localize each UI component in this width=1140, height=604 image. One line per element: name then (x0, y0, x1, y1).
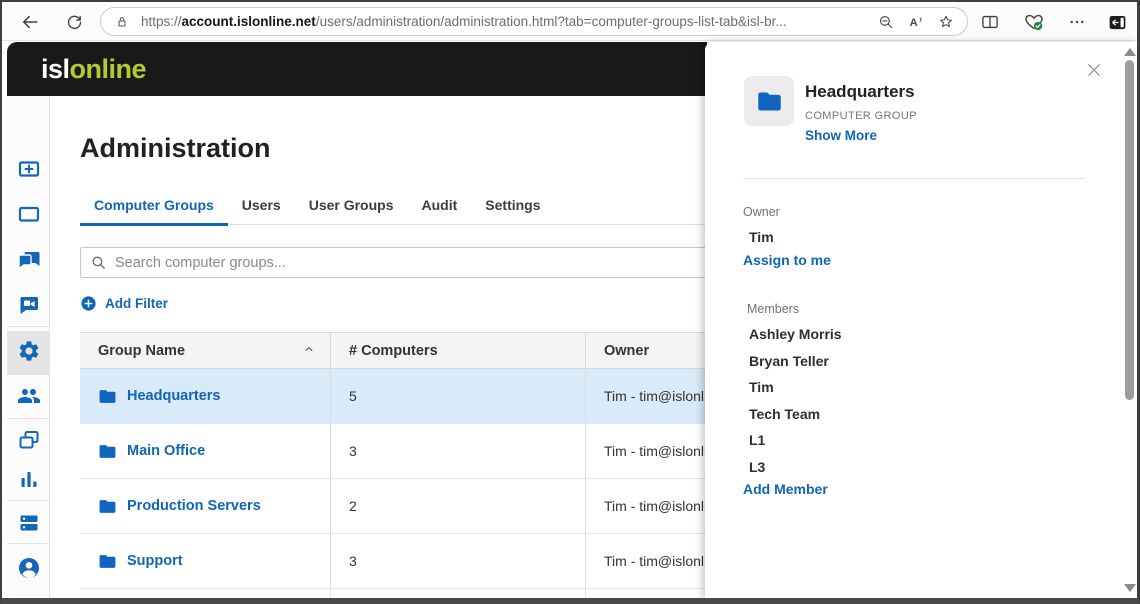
members-label: Members (747, 302, 799, 316)
computer-count-cell: 2 (330, 479, 585, 533)
computers-icon[interactable] (7, 203, 50, 227)
sessions-icon[interactable] (7, 428, 50, 452)
favorite-star-icon[interactable] (935, 11, 957, 33)
settings-icon[interactable] (7, 339, 50, 363)
member-item: Bryan Teller (749, 353, 829, 369)
panel-subtitle: COMPUTER GROUP (805, 110, 917, 122)
url-domain: account.islonline.net (182, 14, 316, 29)
sidebar-divider (7, 500, 50, 501)
group-name-link[interactable]: Headquarters (127, 388, 220, 404)
sidebar-divider (7, 418, 50, 419)
add-computer-icon[interactable] (7, 158, 50, 182)
group-name-cell[interactable]: Support (80, 534, 330, 588)
member-item: L1 (749, 432, 765, 448)
add-filter-label: Add Filter (105, 296, 168, 311)
plus-circle-icon (80, 295, 97, 312)
group-avatar-tile (744, 76, 794, 126)
web-page: islonline (2, 41, 1137, 598)
search-icon (90, 254, 107, 271)
chat-icon[interactable] (7, 248, 50, 272)
logo-online: online (70, 54, 147, 84)
url-path: /users/administration/administration.htm… (316, 14, 787, 29)
svg-text:A: A (910, 16, 918, 28)
member-item: Tech Team (749, 406, 820, 422)
panel-divider (743, 178, 1085, 179)
folder-icon (756, 88, 783, 115)
site-header: islonline (7, 42, 707, 96)
computer-count-cell: 3 (330, 534, 585, 588)
owner-label: Owner (743, 205, 780, 219)
islonline-logo[interactable]: islonline (41, 54, 146, 85)
details-panel: Headquarters COMPUTER GROUP Show More Ow… (705, 42, 1137, 598)
panel-title: Headquarters (805, 82, 915, 102)
tab-users[interactable]: Users (228, 191, 295, 224)
group-name-cell[interactable]: Headquarters (80, 369, 330, 423)
browser-window: https://account.islonline.net/users/admi… (0, 0, 1140, 604)
more-options-icon[interactable] (1066, 11, 1088, 33)
folder-icon (98, 497, 117, 516)
sidebar-divider (7, 543, 50, 544)
member-item: L3 (749, 459, 765, 475)
split-screen-icon[interactable] (979, 11, 1001, 33)
sidebar-divider (7, 326, 50, 327)
folder-icon (98, 552, 117, 571)
sidebar-toggle-icon[interactable] (1106, 11, 1128, 33)
group-name-cell[interactable]: Production Servers (80, 479, 330, 533)
zoom-out-icon[interactable] (875, 11, 897, 33)
group-name-link[interactable]: Production Servers (127, 498, 261, 514)
users-icon[interactable] (7, 384, 50, 408)
tab-settings[interactable]: Settings (471, 191, 554, 224)
servers-icon[interactable] (7, 511, 50, 535)
video-call-icon[interactable] (7, 293, 50, 317)
read-aloud-icon[interactable]: A (905, 11, 927, 33)
browser-essentials-icon[interactable] (1023, 11, 1045, 33)
page-title: Administration (80, 133, 271, 164)
owner-name: Tim (749, 229, 774, 245)
lock-icon[interactable] (111, 11, 133, 33)
group-name-cell[interactable]: Main Office (80, 424, 330, 478)
browser-toolbar: https://account.islonline.net/users/admi… (2, 2, 1137, 41)
panel-scrollbar-thumb[interactable] (1125, 60, 1134, 400)
group-name-link[interactable]: Main Office (127, 443, 205, 459)
member-item: Tim (749, 379, 774, 395)
computer-count-cell: 5 (330, 369, 585, 423)
sort-ascending-icon[interactable] (302, 342, 316, 360)
address-bar[interactable]: https://account.islonline.net/users/admi… (100, 7, 968, 36)
assign-to-me-link[interactable]: Assign to me (743, 252, 831, 268)
logo-isl: isl (41, 54, 70, 84)
add-filter-button[interactable]: Add Filter (80, 295, 168, 312)
member-item: Ashley Morris (749, 326, 842, 342)
url-scheme: https:// (141, 14, 182, 29)
tab-strip: Computer Groups Users User Groups Audit … (80, 191, 720, 225)
tab-audit[interactable]: Audit (408, 191, 472, 224)
app-sidebar (7, 96, 50, 598)
scroll-down-arrow-icon[interactable] (1124, 584, 1136, 592)
folder-icon (98, 442, 117, 461)
search-input[interactable] (115, 255, 770, 271)
scroll-up-arrow-icon[interactable] (1124, 48, 1136, 56)
folder-icon (98, 387, 117, 406)
tab-computer-groups[interactable]: Computer Groups (80, 191, 228, 226)
account-icon[interactable] (7, 556, 50, 580)
group-name-link[interactable]: Support (127, 553, 183, 569)
refresh-icon[interactable] (63, 11, 85, 33)
add-member-link[interactable]: Add Member (743, 481, 828, 497)
column-header-computers[interactable]: # Computers (330, 333, 585, 368)
computer-count-cell: 3 (330, 424, 585, 478)
url-text[interactable]: https://account.islonline.net/users/admi… (141, 14, 867, 29)
search-box[interactable] (80, 247, 780, 278)
tab-user-groups[interactable]: User Groups (295, 191, 408, 224)
show-more-link[interactable]: Show More (805, 128, 877, 143)
column-header-group-name[interactable]: Group Name (80, 333, 330, 368)
back-icon[interactable] (19, 11, 41, 33)
reports-icon[interactable] (7, 468, 50, 492)
close-icon[interactable] (1082, 58, 1106, 82)
